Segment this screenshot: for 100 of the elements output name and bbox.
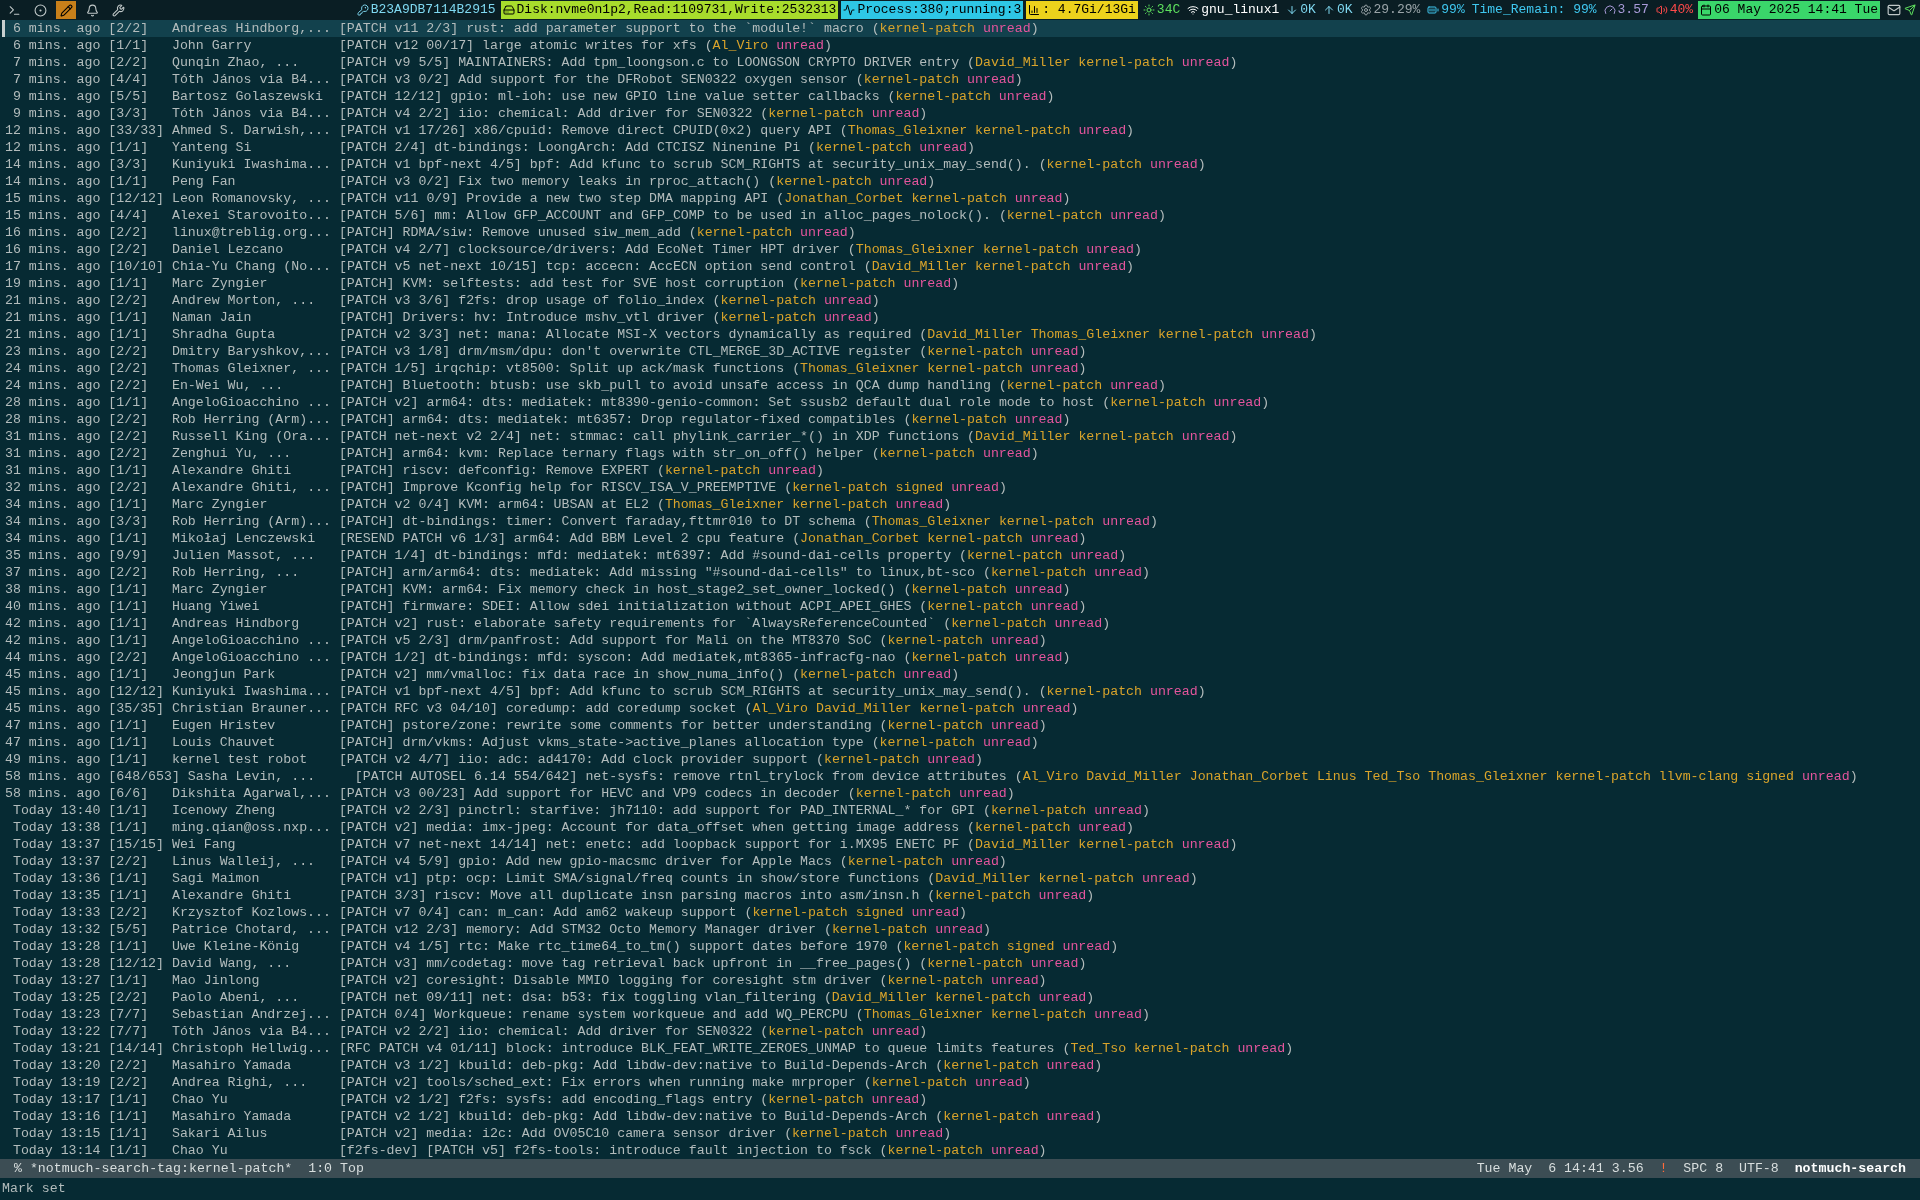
tag-label: kernel-patch (776, 173, 872, 190)
subject-text: [PATCH v4 5/9] gpio: Add new gpio-macsmc driver for Apple Macs (338, 853, 832, 870)
paren-text: ) (1086, 887, 1095, 904)
author-names: Jeongjun Park (171, 666, 277, 683)
send-icon[interactable] (1904, 4, 1916, 16)
subject-text: [PATCH] Improve Kconfig help for RISCV_ISA_V_PREEMPTIVE (338, 479, 777, 496)
paren-text: ( (998, 377, 1007, 394)
tag-label: unread (1030, 598, 1079, 615)
paren-text: ( (871, 734, 880, 751)
paren-text: ) (1285, 1040, 1294, 1057)
paren-text: ( (855, 71, 864, 88)
paren-text: ( (760, 1091, 769, 1108)
tag-label: kernel-patch (768, 1091, 864, 1108)
thread-date: 17 mins. ago (5, 258, 101, 275)
subject-text: [PATCH RFC v3 04/10] coredump: add coredump socket (338, 700, 737, 717)
pencil-launcher[interactable] (56, 1, 76, 19)
author-names: Russell King (Ora... (171, 428, 331, 445)
subject-text: [PATCH v12 00/17] large atomic writes for xfs (338, 37, 697, 54)
tag-label: kernel-patch (990, 564, 1087, 581)
author-names: Rob Herring (Arm)... (171, 411, 331, 428)
hard-drive-icon (502, 4, 515, 16)
subject-text: [PATCH 1/4] dt-bindings: mfd: mediatek: mt6397: Add #sound-dai-cells property (338, 547, 952, 564)
message-count: [2/2] (108, 428, 150, 445)
tag-label: unread (1038, 887, 1087, 904)
thread-date: 38 mins. ago (5, 581, 101, 598)
paren-text: ) (943, 496, 952, 513)
tag-label: unread (1149, 683, 1198, 700)
paren-text: ) (1078, 343, 1087, 360)
paren-text: ( (847, 785, 856, 802)
subject-text: [PATCH v1 bpf-next 4/5] bpf: Add kfunc to scrub SCM_RIGHTS at security_unix_may_send(). (338, 156, 1031, 173)
author-names: Zenghui Yu, ... (171, 445, 293, 462)
tag-label: unread (1237, 1040, 1286, 1057)
tag-label: Ted_Tso (1070, 1040, 1127, 1057)
author-names: Sakari Ailus (171, 1125, 269, 1142)
author-names: Krzysztof Kozlows... (171, 904, 331, 921)
message-count: [5/5] (108, 88, 150, 105)
subject-text: [PATCH 0/4] Workqueue: rename system workqueue and add WQ_PERCPU (338, 1006, 848, 1023)
message-count: [1/1] (108, 530, 150, 547)
paren-text: ) (1849, 768, 1858, 785)
paren-text: ) (847, 224, 856, 241)
thread-date: Today 13:20 (11, 1057, 101, 1074)
tag-label: Jonathan_Corbet (1189, 768, 1309, 785)
mail-icon[interactable] (1887, 3, 1901, 17)
tag-label: kernel-patch (847, 853, 944, 870)
tag-label: kernel-patch (943, 1108, 1039, 1125)
author-names: Sebastian Andrzej... (171, 1006, 331, 1023)
thread-date: 47 mins. ago (5, 734, 101, 751)
thread-date: 21 mins. ago (5, 309, 101, 326)
message-count: [1/1] (108, 1091, 150, 1108)
paren-text: ( (982, 564, 991, 581)
paren-text: ) (998, 479, 1007, 496)
subject-text: [PATCH] arm/arm64: dts: mediatek: Add missing "#sound-dai-cells" to linux,bt-sco (338, 564, 975, 581)
thread-date: 45 mins. ago (5, 683, 101, 700)
tag-label: kernel-patch (800, 666, 896, 683)
tag-label: Thomas_Gleixner (855, 241, 975, 258)
tag-label: unread (967, 71, 1015, 88)
paren-text: ) (1038, 632, 1047, 649)
author-names: Thomas Gleixner, ... (171, 360, 331, 377)
message-count: [1/1] (108, 581, 150, 598)
tag-label: Thomas_Gleixner (847, 122, 968, 139)
tag-label: Thomas_Gleixner (1030, 326, 1150, 343)
paren-text: ) (951, 666, 960, 683)
tag-label: kernel-patch (990, 802, 1087, 819)
tag-label: signed (1746, 768, 1794, 785)
paren-text: ) (1149, 513, 1158, 530)
author-names: Masahiro Yamada (171, 1057, 293, 1074)
author-names: Louis Chauvet (171, 734, 277, 751)
paren-text: ( (712, 309, 721, 326)
paren-text: ( (704, 37, 713, 54)
tag-label: Thomas_Gleixner (1428, 768, 1548, 785)
gauge-icon (1603, 4, 1616, 16)
tag-label: unread (1094, 1006, 1142, 1023)
activity-icon (843, 4, 856, 16)
author-names: Christoph Hellwig... (171, 1040, 331, 1057)
author-names: Tóth János via B4... (171, 105, 331, 122)
author-names: Alexandre Ghiti (171, 887, 293, 904)
selected-row[interactable]: 6 mins. ago [2/2] Andreas Hindborg,... [PATCH v11 2/3] rust: add parameter support to the `module!` macro (kernel-patch unread) (2, 20, 1920, 37)
thread-date: Today 13:17 (11, 1091, 101, 1108)
message-count: [12/12] (108, 683, 165, 700)
message-count: [1/1] (108, 496, 150, 513)
subject-text: [PATCH v2] coresight: Disable MMIO logging for coresight stm driver (338, 972, 872, 989)
subject-text: [PATCH v3 0/2] Add support for the DFRobot SEN0322 oxygen sensor (338, 71, 848, 88)
tag-label: unread (1149, 156, 1198, 173)
subject-text: [PATCH v5 net-next 10/15] tcp: accecn: AccECN option send control (338, 258, 856, 275)
author-names: En-Wei Wu, ... (171, 377, 285, 394)
message-count: [2/2] (108, 292, 150, 309)
tag-label: unread (800, 224, 848, 241)
subject-text: [PATCH v4 2/2] iio: chemical: Add driver for SEN0322 (338, 105, 753, 122)
paren-text: ( (792, 360, 801, 377)
paren-text: ) (1030, 20, 1039, 37)
thread-date: 34 mins. ago (5, 496, 101, 513)
paren-text: ) (1229, 54, 1238, 71)
tag-label: David_Miller (1086, 768, 1182, 785)
message-count: [2/2] (108, 1057, 150, 1074)
thread-date: 15 mins. ago (5, 207, 101, 224)
message-count: [1/1] (108, 717, 150, 734)
subject-text: [PATCH net 09/11] net: dsa: b53: fix toggling vlan_filtering (338, 989, 816, 1006)
tag-label: unread (903, 666, 952, 683)
tag-label: kernel-patch (982, 241, 1079, 258)
bell-icon (85, 3, 99, 17)
